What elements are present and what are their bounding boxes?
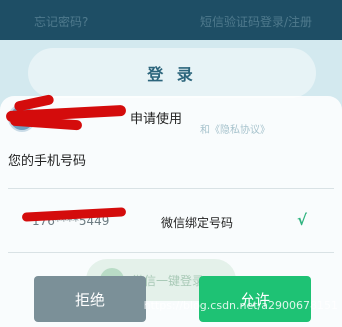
divider	[8, 252, 334, 253]
forgot-password-link[interactable]: 忘记密码?	[34, 13, 88, 30]
phone-bind-tag: 微信绑定号码	[161, 216, 234, 230]
login-button[interactable]: 登 录	[28, 48, 316, 98]
divider	[8, 188, 334, 189]
request-permission-text: 申请使用	[130, 112, 183, 127]
sms-login-link[interactable]: 短信验证码登录/注册	[200, 13, 312, 30]
watermark: https://blog.csdn.net/a2900678151	[143, 299, 338, 312]
deny-button[interactable]: 拒绝	[34, 276, 146, 322]
phone-option-row[interactable]: 176****5449 微信绑定号码 √	[0, 196, 342, 246]
phone-section-title: 您的手机号码	[8, 154, 87, 169]
check-icon: √	[297, 211, 308, 229]
privacy-agreement-link[interactable]: 和《隐私协议》	[200, 121, 270, 136]
